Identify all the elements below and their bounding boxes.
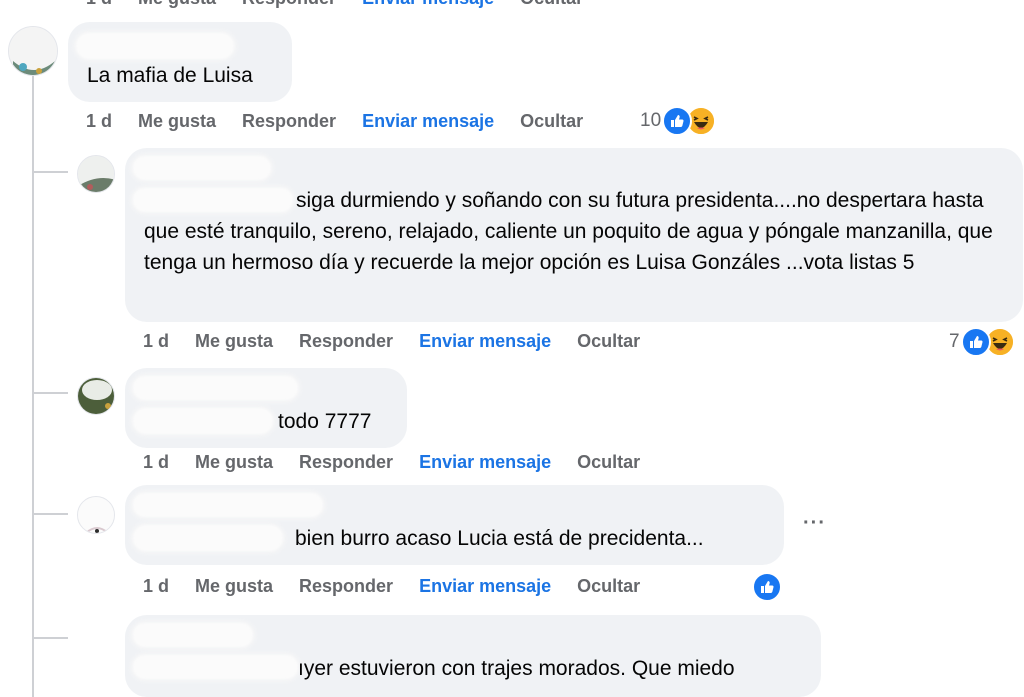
author-name-redacted [76, 33, 234, 59]
like-reaction-icon [960, 327, 991, 357]
thread-branch-1 [32, 171, 68, 173]
thread-branch-2 [32, 392, 68, 394]
avatar[interactable] [77, 155, 115, 193]
reply-action[interactable]: Responder [299, 331, 393, 352]
author-name-redacted [133, 623, 253, 647]
hide-action[interactable]: Ocultar [520, 111, 583, 132]
like-action[interactable]: Me gusta [195, 452, 273, 473]
reply-text: siga durmiendo y soñando con su futura p… [144, 189, 993, 274]
reply-action[interactable]: Responder [299, 576, 393, 597]
send-message-action[interactable]: Enviar mensaje [419, 576, 551, 597]
thread-branch-4 [32, 637, 68, 639]
mention-redacted [133, 408, 273, 434]
like-action[interactable]: Me gusta [138, 0, 216, 9]
reply-text: todo 7777 [278, 410, 372, 433]
hide-action[interactable]: Ocultar [577, 576, 640, 597]
comment-time[interactable]: 1 d [143, 576, 169, 597]
avatar[interactable] [77, 377, 115, 415]
mention-redacted [133, 525, 283, 551]
comment-time[interactable]: 1 d [86, 111, 112, 132]
send-message-action[interactable]: Enviar mensaje [362, 0, 494, 9]
reaction-count: 10 [640, 110, 662, 131]
reaction-count: 7 [949, 331, 960, 352]
avatar[interactable] [77, 496, 115, 534]
reply-bubble[interactable]: siga durmiendo y soñando con su futura p… [125, 148, 1023, 322]
comment-time[interactable]: 1 d [86, 0, 112, 9]
thread-branch-3 [32, 513, 68, 515]
reply-text: bien burro acaso Lucia está de precident… [295, 527, 704, 550]
reply-action[interactable]: Responder [242, 0, 336, 9]
reply-text: ıyer estuvieron con trajes morados. Que … [298, 657, 735, 680]
send-message-action[interactable]: Enviar mensaje [362, 111, 494, 132]
reply-action[interactable]: Responder [299, 452, 393, 473]
mention-redacted [133, 655, 298, 679]
thread-line-vertical [32, 74, 34, 697]
author-name-redacted [133, 156, 271, 180]
like-action[interactable]: Me gusta [195, 576, 273, 597]
comment-text: La mafia de Luisa [87, 64, 253, 87]
more-options-icon[interactable]: ··· [803, 512, 826, 535]
comment-bubble[interactable]: La mafia de Luisa [68, 22, 292, 102]
send-message-action[interactable]: Enviar mensaje [419, 331, 551, 352]
hide-action[interactable]: Ocultar [520, 0, 583, 9]
comment-time[interactable]: 1 d [143, 452, 169, 473]
like-reaction-icon [752, 572, 782, 602]
reaction-summary[interactable]: 7 [949, 327, 1015, 357]
top-action-row: 1 d Me gusta Responder Enviar mensaje Oc… [86, 0, 583, 9]
like-reaction-icon [662, 106, 693, 136]
like-action[interactable]: Me gusta [195, 331, 273, 352]
reaction-summary[interactable]: 10 [640, 106, 717, 136]
hide-action[interactable]: Ocultar [577, 331, 640, 352]
send-message-action[interactable]: Enviar mensaje [419, 452, 551, 473]
author-name-redacted [133, 376, 298, 400]
reply-bubble[interactable]: bien burro acaso Lucia está de precident… [125, 485, 784, 565]
like-action[interactable]: Me gusta [138, 111, 216, 132]
avatar[interactable] [8, 26, 58, 76]
reply-action[interactable]: Responder [242, 111, 336, 132]
reply-action-row: 1 d Me gusta Responder Enviar mensaje Oc… [143, 452, 640, 473]
reply-action-row: 1 d Me gusta Responder Enviar mensaje Oc… [143, 576, 640, 597]
comment-time[interactable]: 1 d [143, 331, 169, 352]
reply-bubble[interactable]: ıyer estuvieron con trajes morados. Que … [125, 615, 821, 697]
hide-action[interactable]: Ocultar [577, 452, 640, 473]
author-name-redacted [133, 493, 323, 517]
reply-action-row: 1 d Me gusta Responder Enviar mensaje Oc… [143, 331, 640, 352]
comment-action-row: 1 d Me gusta Responder Enviar mensaje Oc… [86, 111, 583, 132]
reply-bubble[interactable]: todo 7777 [125, 368, 407, 448]
reaction-summary[interactable] [752, 572, 782, 602]
